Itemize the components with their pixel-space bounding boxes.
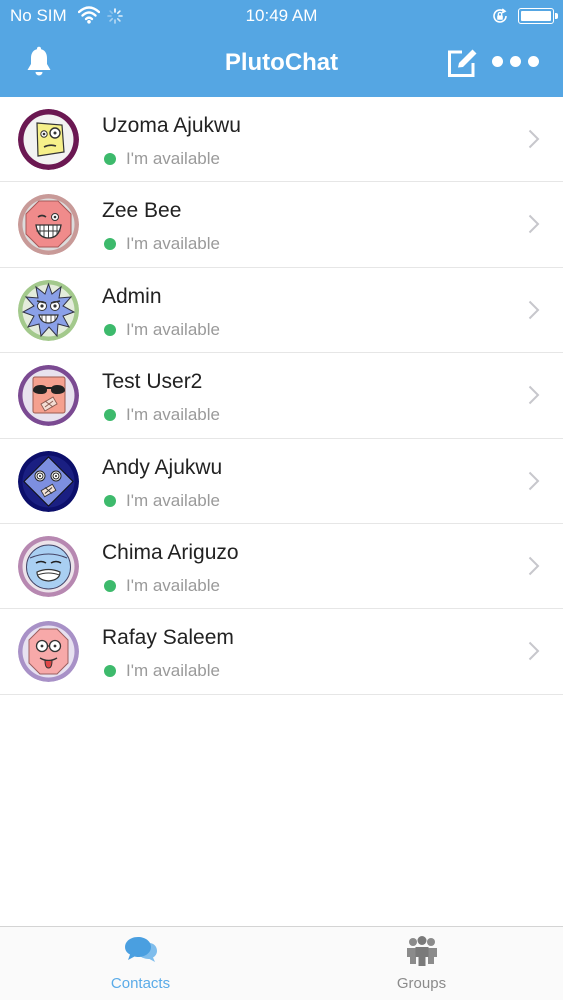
chevron-right-icon xyxy=(528,129,540,154)
avatar xyxy=(18,365,79,427)
chevron-right-icon xyxy=(528,300,540,325)
contact-name: Andy Ajukwu xyxy=(102,455,223,479)
contact-name: Admin xyxy=(102,284,162,308)
contact-list: Uzoma Ajukwu I'm available Zee Bee I'm a… xyxy=(0,97,563,695)
avatar xyxy=(18,109,79,170)
online-status-dot xyxy=(104,238,116,251)
tab-groups[interactable]: Groups xyxy=(281,927,562,1000)
contact-name: Chima Ariguzo xyxy=(102,540,239,564)
contact-name: Test User2 xyxy=(102,370,203,394)
status-time: 10:49 AM xyxy=(245,6,318,25)
compose-icon[interactable] xyxy=(446,48,478,83)
chevron-right-icon xyxy=(528,385,540,410)
avatar xyxy=(18,621,79,683)
group-people-icon xyxy=(405,935,439,972)
contact-status: I'm available xyxy=(126,234,220,254)
contact-status: I'm available xyxy=(126,319,220,339)
chevron-right-icon xyxy=(528,214,540,239)
page-title: PlutoChat xyxy=(224,49,339,76)
top-bar: No SIM 10:49 AM PlutoChat xyxy=(0,0,563,97)
nav-bar: PlutoChat xyxy=(0,32,563,97)
tab-contacts[interactable]: Contacts xyxy=(0,927,281,1000)
avatar xyxy=(18,279,79,341)
avatar xyxy=(18,194,79,256)
online-status-dot xyxy=(104,153,116,165)
status-bar: No SIM 10:49 AM xyxy=(0,0,563,32)
contact-status: I'm available xyxy=(126,149,220,168)
battery-icon xyxy=(518,8,558,24)
chevron-right-icon xyxy=(528,641,540,666)
contact-status: I'm available xyxy=(126,490,220,510)
rotation-lock-icon xyxy=(491,7,509,30)
chevron-right-icon xyxy=(528,471,540,496)
contact-row[interactable]: Rafay Saleem I'm available xyxy=(0,609,563,695)
chevron-right-icon xyxy=(528,556,540,581)
online-status-dot xyxy=(104,665,116,678)
tab-label: Groups xyxy=(396,975,447,992)
contact-row[interactable]: Andy Ajukwu I'm available xyxy=(0,439,563,524)
contact-row[interactable]: Test User2 I'm available xyxy=(0,353,563,439)
contact-name: Zee Bee xyxy=(102,199,182,223)
contact-row[interactable]: Admin I'm available xyxy=(0,268,563,354)
tab-label: Contacts xyxy=(110,975,171,992)
contact-row[interactable]: Uzoma Ajukwu I'm available xyxy=(0,97,563,183)
avatar xyxy=(18,535,79,597)
online-status-dot xyxy=(104,323,116,336)
tab-bar: Contacts Groups xyxy=(0,926,563,1000)
online-status-dot xyxy=(104,494,116,507)
online-status-dot xyxy=(104,579,116,592)
contact-name: Uzoma Ajukwu xyxy=(102,114,241,137)
contact-status: I'm available xyxy=(126,575,220,595)
more-options-icon[interactable] xyxy=(492,56,540,68)
avatar xyxy=(18,450,79,512)
contact-row[interactable]: Chima Ariguzo I'm available xyxy=(0,524,563,610)
chat-bubbles-icon xyxy=(124,935,158,972)
contact-name: Rafay Saleem xyxy=(102,626,234,650)
contact-row[interactable]: Zee Bee I'm available xyxy=(0,182,563,268)
contact-status: I'm available xyxy=(126,661,220,681)
contact-status: I'm available xyxy=(126,405,220,425)
online-status-dot xyxy=(104,409,116,422)
